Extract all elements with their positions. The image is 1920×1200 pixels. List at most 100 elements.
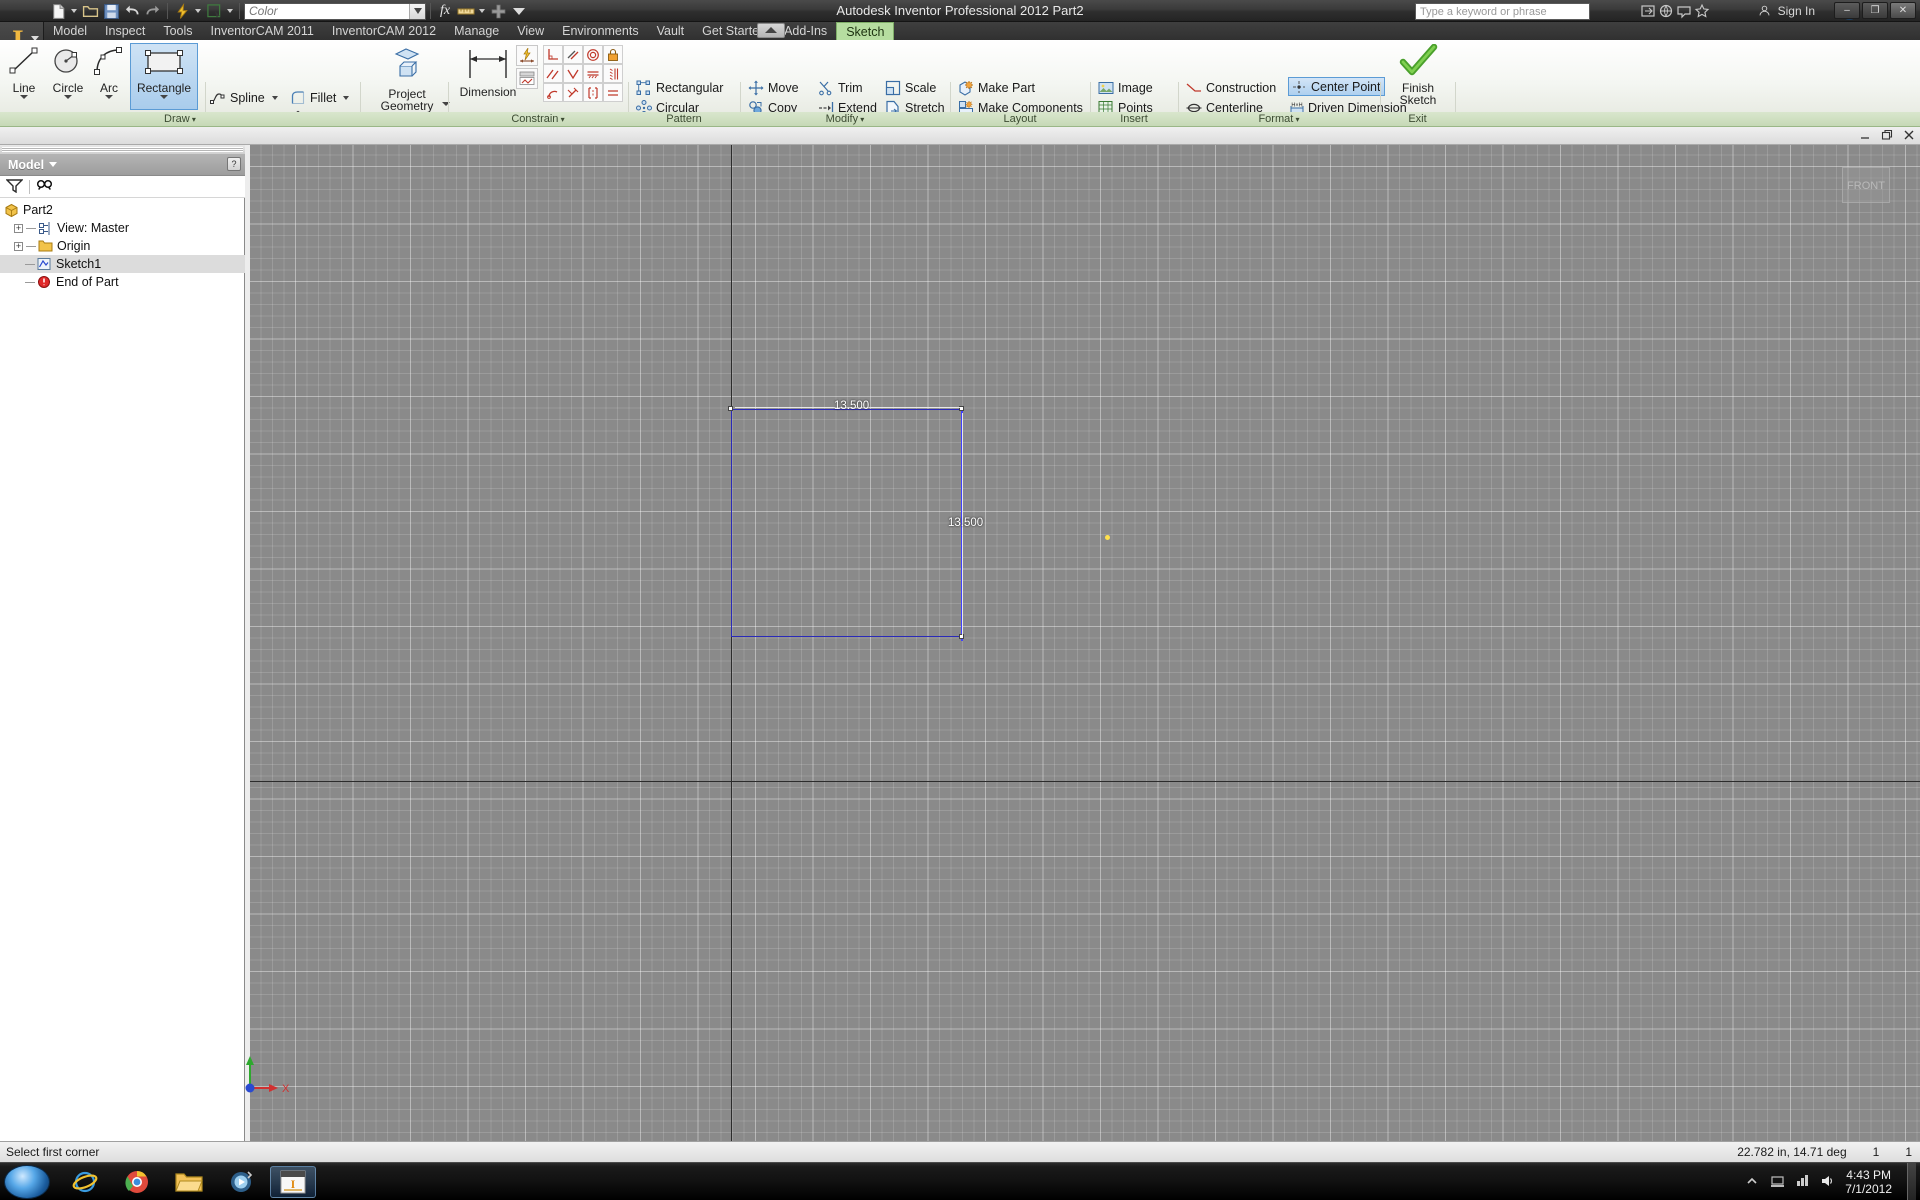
tree-item-end-of-part[interactable]: End of Part [0,273,245,291]
image-button[interactable]: Image [1098,78,1153,97]
parallel-constraint-button[interactable] [563,45,583,64]
color-style-combo[interactable]: Color [244,3,426,20]
ribbon-tab-inventorcam-2012[interactable]: InventorCAM 2012 [323,22,445,40]
auto-dimension-button[interactable] [516,45,538,66]
doc-minimize-button[interactable] [1858,128,1872,142]
inventor-taskbar-icon[interactable]: I [270,1166,316,1198]
move-button[interactable]: Move [748,78,799,97]
show-desktop-button[interactable] [1907,1163,1916,1200]
tree-item-sketch1[interactable]: Sketch1 [0,255,245,273]
taskbar-clock[interactable]: 4:43 PM 7/1/2012 [1845,1168,1898,1196]
chevron-down-icon[interactable] [272,96,278,100]
measure-icon[interactable] [456,1,476,21]
exchange-apps-icon[interactable] [1640,3,1656,19]
favorites-icon[interactable] [1694,3,1710,19]
chrome-icon[interactable] [114,1166,160,1198]
select-dropdown-icon[interactable] [227,9,233,13]
ribbon-minimize-button[interactable] [757,23,785,38]
ribbon-tab-environments[interactable]: Environments [553,22,647,40]
explorer-icon[interactable] [166,1166,212,1198]
doc-restore-button[interactable] [1880,128,1894,142]
save-icon[interactable] [101,1,121,21]
doc-close-button[interactable] [1902,128,1916,142]
scale-button[interactable]: Scale [885,78,936,97]
ribbon-tab-sketch[interactable]: Sketch [836,22,894,40]
measure-dropdown-icon[interactable] [479,9,485,13]
horizontal-constraint-button[interactable] [583,64,603,83]
chevron-down-icon[interactable] [409,4,425,19]
smooth-constraint-button[interactable] [603,83,623,102]
symmetric-constraint-button[interactable] [583,83,603,102]
media-app-icon[interactable] [218,1166,264,1198]
tree-item-part2[interactable]: Part2 [0,201,245,219]
volume-icon[interactable] [1820,1174,1836,1190]
coincident-constraint-button[interactable] [603,45,623,64]
chevron-down-icon[interactable]: ▾ [858,115,864,124]
start-button[interactable] [4,1165,50,1199]
redo-icon[interactable] [143,1,163,21]
tree-expander-icon[interactable]: + [14,242,23,251]
action-center-icon[interactable] [1770,1174,1786,1190]
network-icon[interactable] [1795,1174,1811,1190]
chevron-down-icon[interactable] [105,95,113,99]
new-file-icon[interactable] [48,1,68,21]
ribbon-tab-model[interactable]: Model [44,22,96,40]
chevron-down-icon[interactable]: ▾ [558,115,564,124]
perpendicular-constraint-button[interactable] [543,45,563,64]
chevron-down-icon[interactable] [64,95,72,99]
collinear-constraint-button[interactable] [563,64,583,83]
tree-item-view-master[interactable]: +View: Master [0,219,245,237]
help-search-input[interactable]: Type a keyword or phrase [1415,3,1590,20]
rectangular-pattern-button[interactable]: Rectangular [636,78,723,97]
update-dropdown-icon[interactable] [195,9,201,13]
minimize-button[interactable]: – [1834,2,1860,19]
sketch-rectangle[interactable] [731,409,963,637]
spline-tool-button[interactable]: Spline [210,88,278,107]
arc-tool-button[interactable]: Arc [92,44,126,99]
update-icon[interactable] [172,1,192,21]
subscription-center-icon[interactable] [1658,3,1674,19]
ribbon-tab-inspect[interactable]: Inspect [96,22,154,40]
show-hidden-icons[interactable] [1745,1174,1761,1190]
select-icon[interactable] [204,1,224,21]
make-part-button[interactable]: Make Part [958,78,1035,97]
undo-icon[interactable] [122,1,142,21]
add-icon[interactable] [488,1,508,21]
sketch-canvas[interactable]: FRONT 13.500 13.500 X [250,145,1920,1141]
project-geometry-button[interactable]: Project Geometry [368,44,446,112]
chevron-down-icon[interactable] [49,162,57,167]
ribbon-tab-tools[interactable]: Tools [154,22,201,40]
construction-button[interactable]: Construction [1186,78,1276,97]
browser-help-button[interactable]: ? [227,157,241,171]
customize-qat-icon[interactable] [509,1,529,21]
fix-constraint-button[interactable] [563,83,583,102]
view-cube[interactable]: FRONT [1842,167,1890,203]
ribbon-tab-vault[interactable]: Vault [648,22,694,40]
new-file-dropdown-icon[interactable] [71,9,77,13]
ribbon-tab-manage[interactable]: Manage [445,22,508,40]
filter-icon[interactable] [6,178,23,196]
close-button[interactable]: ✕ [1890,2,1916,19]
sketch-endpoint[interactable] [728,406,733,411]
line-tool-button[interactable]: Line [4,44,44,99]
tangent-constraint-button[interactable] [583,45,603,64]
circle-tool-button[interactable]: Circle [46,44,90,99]
show-constraints-button[interactable] [516,68,538,89]
internet-explorer-icon[interactable] [62,1166,108,1198]
concentric-constraint-button[interactable] [543,64,563,83]
chevron-down-icon[interactable] [343,96,349,100]
center-point-button[interactable]: Center Point [1288,77,1385,96]
trim-button[interactable]: Trim [818,78,863,97]
fillet-tool-button[interactable]: Fillet [290,88,349,107]
height-dimension-label[interactable]: 13.500 [948,517,983,529]
equal-constraint-button[interactable] [543,83,563,102]
chevron-down-icon[interactable]: ▾ [190,115,196,124]
rectangle-tool-button[interactable]: Rectangle [130,43,198,110]
chevron-down-icon[interactable] [160,95,168,99]
vertical-constraint-button[interactable] [603,64,623,83]
find-icon[interactable] [36,178,56,196]
sign-in-button[interactable]: Sign In [1758,3,1815,19]
tree-expander-icon[interactable]: + [14,224,23,233]
chevron-down-icon[interactable] [20,95,28,99]
dimension-tool-button[interactable]: Dimension [452,46,524,98]
